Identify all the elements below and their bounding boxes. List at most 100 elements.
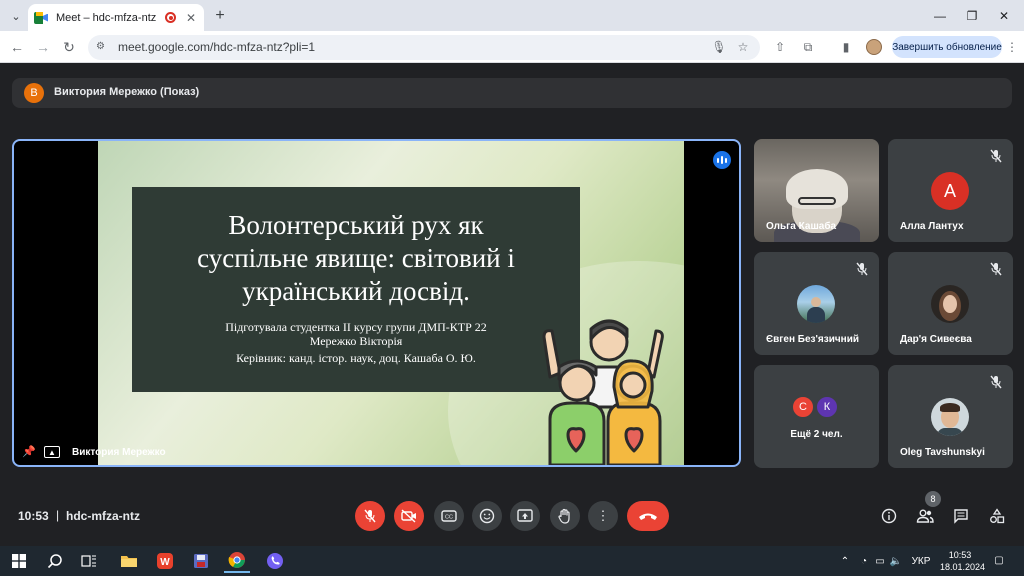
- file-explorer-icon[interactable]: [116, 549, 142, 573]
- people-button[interactable]: [915, 506, 935, 526]
- volunteers-illustration-icon: [542, 319, 664, 465]
- reactions-button[interactable]: [472, 501, 502, 531]
- mic-off-icon: [990, 375, 1002, 389]
- extensions-icon[interactable]: ⧉: [800, 39, 816, 55]
- pin-icon[interactable]: 📌: [22, 445, 36, 459]
- restore-button[interactable]: ❐: [962, 7, 982, 25]
- back-button[interactable]: ←: [6, 36, 28, 58]
- participant-tile-olga[interactable]: Ольга Кашаба: [754, 139, 879, 242]
- more-participants-tile[interactable]: С К Ещё 2 чел.: [754, 365, 879, 468]
- participant-avatar: К: [815, 395, 839, 419]
- svg-text:CC: CC: [445, 515, 453, 521]
- participant-tile-oleg[interactable]: Oleg Tavshunskyi: [888, 365, 1013, 468]
- meeting-code: hdc-mfza-ntz: [66, 509, 140, 523]
- browser-toolbar: ← → ↻ ⚙ meet.google.com/hdc-mfza-ntz?pli…: [0, 31, 1024, 63]
- network-icon[interactable]: ◔: [857, 555, 871, 567]
- recording-indicator-icon: [165, 12, 176, 23]
- participant-tile-alla[interactable]: А Алла Лантух: [888, 139, 1013, 242]
- cast-icon[interactable]: ⇧: [772, 39, 788, 55]
- notifications-icon[interactable]: ▢: [992, 554, 1006, 566]
- presentation-slide: Волонтерський рух як суспільне явище: св…: [98, 141, 684, 465]
- camera-off-icon: [401, 509, 416, 523]
- close-window-button[interactable]: ✕: [994, 7, 1014, 25]
- participant-tile-yevhen[interactable]: Євген Без'язичний: [754, 252, 879, 355]
- participant-name: Ольга Кашаба: [766, 221, 837, 232]
- participant-avatar: [797, 285, 835, 323]
- reload-button[interactable]: ↻: [58, 36, 80, 58]
- info-icon: [881, 508, 897, 524]
- mic-toggle-button[interactable]: [355, 501, 385, 531]
- end-call-button[interactable]: [627, 501, 669, 531]
- slide-supervisor: Керівник: канд. істор. наук, доц. Кашаба…: [236, 351, 476, 365]
- slide-title-box: Волонтерський рух як суспільне явище: св…: [132, 187, 580, 392]
- tab-close-icon[interactable]: ✕: [184, 11, 198, 25]
- minimize-button[interactable]: —: [930, 7, 950, 25]
- task-view-icon[interactable]: [76, 549, 102, 573]
- mic-off-icon: [364, 509, 376, 523]
- presenter-avatar: В: [24, 83, 44, 103]
- browser-tab[interactable]: Meet – hdc-mfza-ntz ✕: [28, 4, 204, 31]
- slide-title: Волонтерський рух як суспільне явище: св…: [132, 209, 580, 308]
- profile-avatar[interactable]: [866, 39, 882, 55]
- participant-avatar: А: [931, 172, 969, 210]
- address-bar[interactable]: ⚙ meet.google.com/hdc-mfza-ntz?pli=1 🎙 ☆: [88, 35, 760, 60]
- chrome-icon[interactable]: [224, 549, 250, 573]
- presenting-label: Виктория Мережко (Показ): [54, 86, 200, 98]
- meeting-clock: 10:53: [18, 509, 49, 523]
- camera-toggle-button[interactable]: [394, 501, 424, 531]
- viber-icon[interactable]: [262, 549, 288, 573]
- participant-avatar: [931, 285, 969, 323]
- raise-hand-button[interactable]: [550, 501, 580, 531]
- windows-start-icon[interactable]: [6, 549, 32, 573]
- site-info-icon[interactable]: ⚙: [96, 41, 110, 54]
- participant-avatar: [931, 398, 969, 436]
- presenting-banner: В Виктория Мережко (Показ): [12, 78, 1012, 108]
- presentation-tile[interactable]: Волонтерський рух як суспільне явище: св…: [12, 139, 741, 467]
- captions-button[interactable]: CC: [434, 501, 464, 531]
- chat-icon: [954, 509, 968, 524]
- chat-button[interactable]: [951, 506, 971, 526]
- mic-off-icon: [990, 149, 1002, 163]
- monitor-icon[interactable]: ▭: [873, 555, 887, 567]
- slide-author-name: Мережко Вікторія: [309, 334, 403, 348]
- language-indicator[interactable]: УКР: [908, 555, 934, 567]
- present-screen-button[interactable]: [510, 501, 540, 531]
- new-tab-button[interactable]: +: [210, 6, 230, 26]
- system-clock[interactable]: 10:53 18.01.2024: [940, 549, 986, 573]
- presenter-name: Виктория Мережко: [72, 447, 166, 458]
- volume-icon[interactable]: 🔈: [889, 555, 903, 567]
- separator: |: [56, 508, 60, 522]
- participant-name: Алла Лантух: [900, 221, 964, 232]
- more-vert-icon: ⋮: [596, 508, 610, 523]
- wps-office-icon[interactable]: W: [152, 549, 178, 573]
- tab-search-icon[interactable]: ⌄: [6, 6, 26, 26]
- more-participants-label: Ещё 2 чел.: [790, 429, 843, 440]
- participant-avatar: С: [791, 395, 815, 419]
- participant-tile-darya[interactable]: Дар'я Сивеєва: [888, 252, 1013, 355]
- windows-taskbar: W ⌃ ◔ ▭ 🔈 УКР ▢: [0, 546, 1024, 576]
- browser-menu-icon[interactable]: ⋮: [1005, 39, 1019, 55]
- system-date: 18.01.2024: [940, 562, 986, 572]
- people-icon: [916, 509, 934, 523]
- forward-button[interactable]: →: [32, 36, 54, 58]
- slide-author-line: Підготувала студентка ІІ курсу групи ДМП…: [225, 320, 487, 334]
- browser-tab-strip: ⌄ Meet – hdc-mfza-ntz ✕ + — ❐ ✕: [0, 0, 1024, 31]
- emoji-icon: [479, 508, 495, 524]
- side-panel-icon[interactable]: ▮: [838, 39, 854, 55]
- more-options-button[interactable]: ⋮: [588, 501, 618, 531]
- update-button[interactable]: Завершить обновление: [892, 36, 1002, 58]
- google-meet-favicon-icon: [34, 11, 48, 24]
- save-app-icon[interactable]: [188, 549, 214, 573]
- tray-overflow-icon[interactable]: ⌃: [839, 555, 851, 567]
- microphone-icon[interactable]: 🎙: [711, 39, 727, 55]
- activities-button[interactable]: [987, 506, 1007, 526]
- svg-text:W: W: [160, 557, 170, 568]
- activities-icon: [990, 508, 1005, 524]
- presentation-icon: ▲: [44, 446, 60, 458]
- mic-off-icon: [990, 262, 1002, 276]
- bookmark-star-icon[interactable]: ☆: [735, 39, 751, 55]
- speaking-indicator-icon: [713, 151, 731, 169]
- search-icon[interactable]: [42, 549, 68, 573]
- url-text[interactable]: meet.google.com/hdc-mfza-ntz?pli=1: [118, 40, 315, 54]
- meeting-info-button[interactable]: [879, 506, 899, 526]
